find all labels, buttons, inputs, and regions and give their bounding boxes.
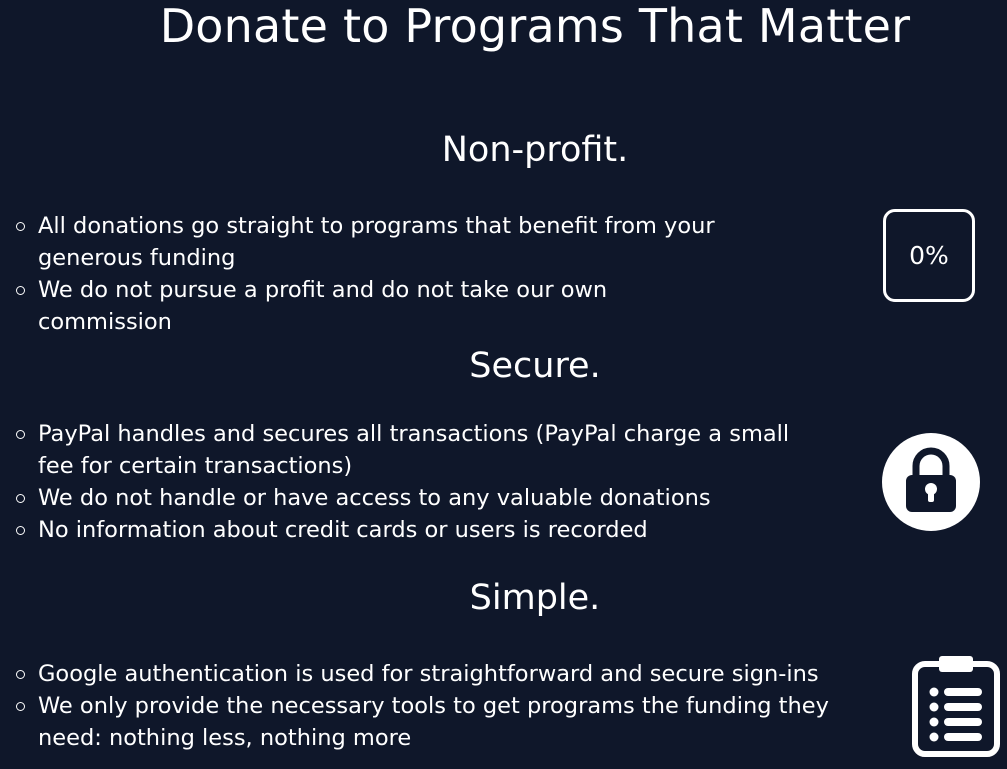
list-item: PayPal handles and secures all transacti… <box>14 418 814 482</box>
non-profit-bullet-list: All donations go straight to programs th… <box>14 210 734 338</box>
list-item: No information about credit cards or use… <box>14 514 814 546</box>
list-item: We only provide the necessary tools to g… <box>14 690 844 754</box>
zero-percent-icon: 0% <box>883 209 975 302</box>
list-item: We do not handle or have access to any v… <box>14 482 814 514</box>
section-heading-simple: Simple. <box>469 578 601 618</box>
list-item: Google authentication is used for straig… <box>14 658 844 690</box>
secure-bullet-list: PayPal handles and secures all transacti… <box>14 418 814 546</box>
zero-percent-label: 0% <box>909 241 949 270</box>
lock-icon <box>881 432 981 532</box>
section-heading-secure: Secure. <box>469 346 601 386</box>
page-title: Donate to Programs That Matter <box>159 0 911 53</box>
list-item: We do not pursue a profit and do not tak… <box>14 274 734 338</box>
list-item: All donations go straight to programs th… <box>14 210 734 274</box>
clipboard-list-icon <box>911 654 1001 758</box>
section-heading-non-profit: Non-profit. <box>441 130 629 170</box>
simple-bullet-list: Google authentication is used for straig… <box>14 658 844 754</box>
